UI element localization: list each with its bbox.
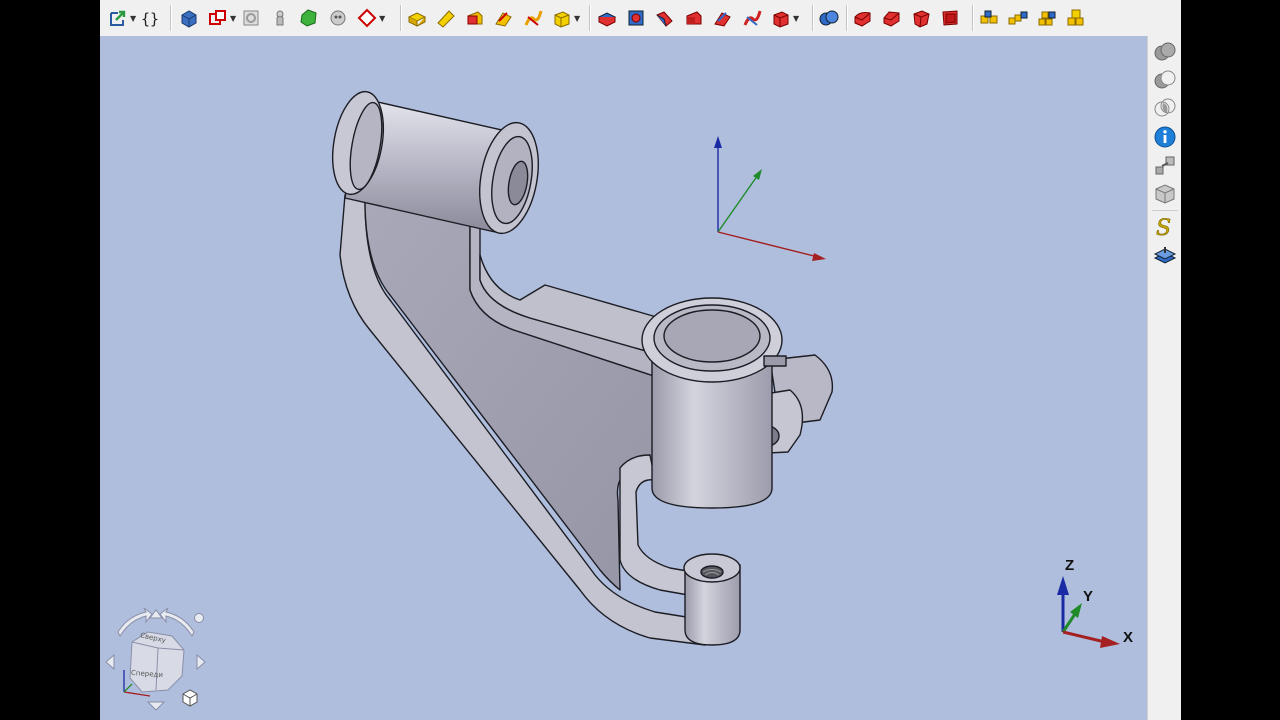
box-view-icon[interactable]: [1153, 182, 1177, 206]
shape-binder-icon[interactable]: [267, 4, 293, 32]
dropdown-arrow-icon[interactable]: ▼: [230, 14, 236, 23]
axis-label-z: Z: [1065, 557, 1075, 574]
toolbar-separator: [972, 5, 974, 31]
boolean-cut-icon[interactable]: [1153, 68, 1177, 92]
subtractive-box-icon[interactable]: [768, 4, 794, 32]
center-axis-triad: [714, 136, 826, 261]
boolean-union-icon[interactable]: [1153, 40, 1177, 64]
additive-pipe-icon[interactable]: [491, 4, 517, 32]
toolbar-group-transformation: [976, 4, 1092, 32]
svg-text:S: S: [1156, 216, 1171, 238]
corner-axis-indicator: [1057, 576, 1120, 648]
axis-label-x: X: [1123, 629, 1134, 646]
sketch-plane-icon[interactable]: [354, 4, 380, 32]
subtractive-loft-icon[interactable]: [681, 4, 707, 32]
sketcher-s-icon[interactable]: S: [1153, 214, 1177, 238]
additive-helix-icon[interactable]: [520, 4, 546, 32]
dropdown-arrow-icon[interactable]: ▼: [379, 14, 385, 23]
nav-arrow-right-icon[interactable]: [196, 653, 206, 671]
toolbar-separator: [846, 5, 848, 31]
hole-icon[interactable]: [623, 4, 649, 32]
toolbar-separator: [400, 5, 402, 31]
multi-transform-icon[interactable]: [1063, 4, 1089, 32]
dropdown-arrow-icon[interactable]: ▼: [793, 14, 799, 23]
nav-rotate-right-icon[interactable]: [159, 607, 195, 638]
toolbar-separator: [589, 5, 591, 31]
subtractive-helix-icon[interactable]: [739, 4, 765, 32]
draft-icon[interactable]: [908, 4, 934, 32]
axis-label-y: Y: [1083, 588, 1094, 605]
3d-viewport[interactable]: Z Y X Сверху Спереди: [100, 36, 1147, 720]
revolution-icon[interactable]: [433, 4, 459, 32]
svg-text:{}: {}: [141, 10, 159, 28]
boolean-icon[interactable]: [816, 4, 842, 32]
fillet-icon[interactable]: [850, 4, 876, 32]
toolbar-group-part-design: ▼ ▼: [176, 4, 387, 32]
model-canvas[interactable]: [100, 36, 1147, 720]
create-sketch-icon[interactable]: [205, 4, 231, 32]
toolbar-group-macro: ▼ {}: [105, 4, 167, 32]
toolbar-separator: [812, 5, 814, 31]
nav-menu-icon[interactable]: [194, 613, 204, 623]
additive-loft-icon[interactable]: [462, 4, 488, 32]
part-body-icon[interactable]: [176, 4, 202, 32]
bracket-web: [364, 199, 661, 591]
toolbar-separator: [1152, 210, 1178, 211]
linear-pattern-icon[interactable]: [1005, 4, 1031, 32]
mirrored-icon[interactable]: [976, 4, 1002, 32]
explode-icon[interactable]: [1153, 154, 1177, 178]
macro-braces-icon[interactable]: {}: [138, 4, 164, 32]
validate-sketch-icon[interactable]: [238, 4, 264, 32]
navigation-cube[interactable]: [105, 607, 206, 711]
chamfer-icon[interactable]: [879, 4, 905, 32]
groove-icon[interactable]: [652, 4, 678, 32]
clone-icon[interactable]: [325, 4, 351, 32]
bracket-model[interactable]: [325, 88, 834, 646]
toolbar-group-boolean: [816, 4, 845, 32]
toolbar-group-dress-up: [850, 4, 966, 32]
polar-pattern-icon[interactable]: [1034, 4, 1060, 32]
thickness-icon[interactable]: [937, 4, 963, 32]
dropdown-arrow-icon[interactable]: ▼: [130, 14, 136, 23]
main-toolbar: ▼ {} ▼ ▼ ▼ ▼: [100, 0, 1181, 37]
info-icon[interactable]: [1153, 125, 1177, 149]
nav-arrow-left-icon[interactable]: [105, 653, 115, 671]
clamp-collar-bore: [663, 309, 761, 363]
boolean-intersection-icon[interactable]: [1153, 96, 1177, 120]
macro-export-icon[interactable]: [105, 4, 131, 32]
pad-icon[interactable]: [404, 4, 430, 32]
subshape-binder-icon[interactable]: [296, 4, 322, 32]
freecad-window: ▼ {} ▼ ▼ ▼ ▼ Z Y X Сверху Спереди S: [100, 0, 1181, 720]
pocket-icon[interactable]: [594, 4, 620, 32]
dropdown-arrow-icon[interactable]: ▼: [574, 14, 580, 23]
additive-box-icon[interactable]: [549, 4, 575, 32]
toolbar-group-subtractive: ▼: [594, 4, 801, 32]
toolbar-group-additive: ▼: [404, 4, 582, 32]
toolbar-separator: [170, 5, 172, 31]
subtractive-pipe-icon[interactable]: [710, 4, 736, 32]
right-toolbar: S: [1147, 36, 1181, 720]
layers-icon[interactable]: [1153, 244, 1177, 268]
nav-arrow-down-icon[interactable]: [146, 701, 166, 711]
